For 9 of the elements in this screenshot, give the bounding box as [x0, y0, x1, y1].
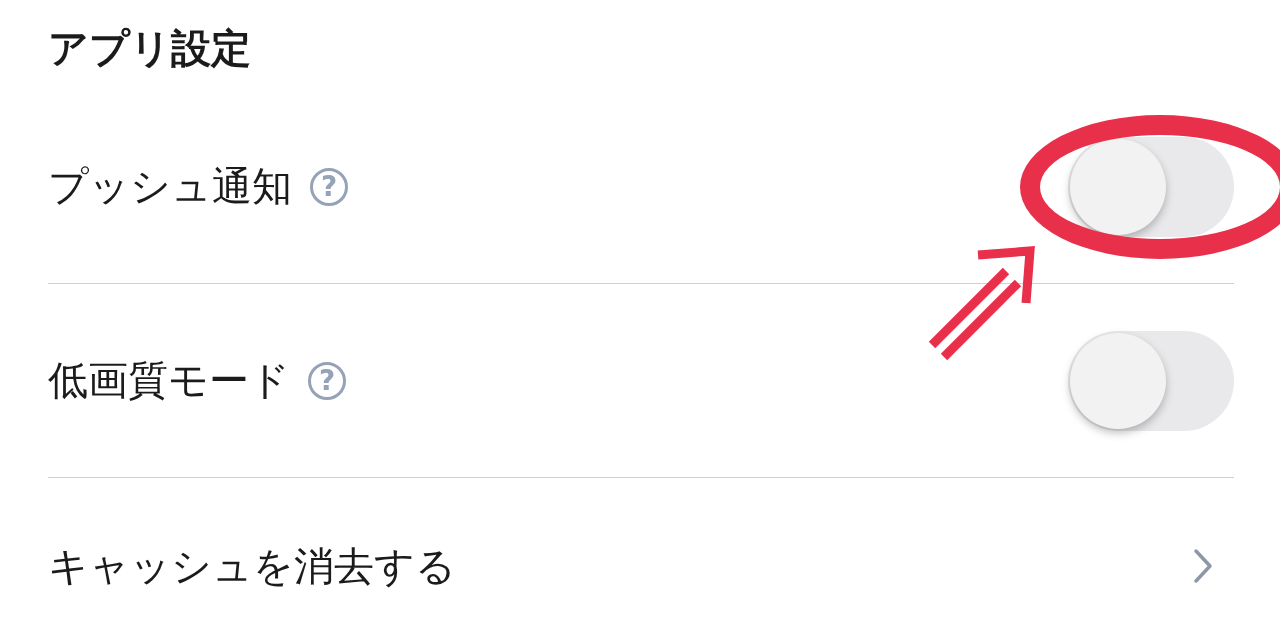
setting-label: プッシュ通知: [48, 162, 292, 211]
help-icon[interactable]: ?: [310, 167, 348, 206]
chevron-right-icon[interactable]: [1192, 548, 1214, 584]
setting-label: キャッシュを消去する: [48, 541, 456, 591]
setting-label: 低画質モード: [48, 356, 290, 405]
toggle-switch[interactable]: [1068, 136, 1234, 237]
section-title: アプリ設定: [48, 23, 252, 73]
toggle-switch[interactable]: [1068, 330, 1234, 431]
help-icon[interactable]: ?: [308, 361, 346, 400]
